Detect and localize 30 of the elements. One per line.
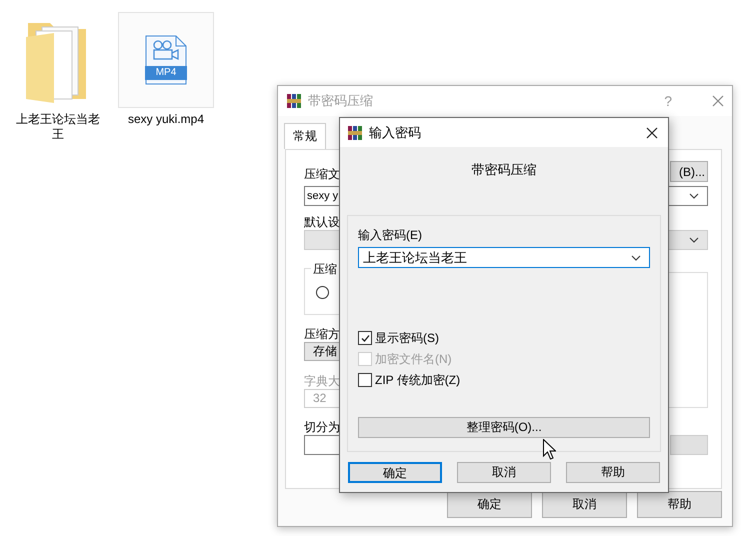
file-name: sexy yuki.mp4 (128, 112, 204, 127)
cursor-icon (543, 439, 556, 460)
dialog-button[interactable]: 帮助 (566, 462, 660, 483)
dialog-button[interactable]: 取消 (542, 491, 627, 518)
dialog-button[interactable]: 取消 (457, 462, 551, 483)
field-label: 字典大 (304, 373, 340, 389)
app-icon (286, 93, 302, 109)
field-label: 压缩方 (304, 326, 340, 342)
field-label: 压缩文 (304, 166, 340, 182)
field-label: 切分为 (304, 419, 340, 435)
dialog-button[interactable]: 确定 (447, 491, 532, 518)
dialog-button[interactable]: 帮助 (637, 491, 722, 518)
file-type-label: MP4 (145, 66, 187, 80)
field-label: 默认设 (304, 214, 340, 230)
dialog-title: 输入密码 (369, 124, 422, 142)
close-icon[interactable] (646, 126, 658, 138)
dialog-heading: 带密码压缩 (470, 161, 538, 177)
window-title: 带密码压缩 (308, 92, 374, 110)
radio-button[interactable] (316, 286, 329, 299)
browse-button[interactable]: (B)... (670, 161, 708, 182)
password-combo[interactable]: 上老王论坛当老王 (358, 247, 650, 268)
checkmark-icon (360, 332, 370, 344)
manage-passwords-button[interactable]: 整理密码(O)... (358, 417, 650, 438)
tab[interactable]: 常规 (284, 123, 326, 149)
app-icon (347, 124, 363, 140)
field-label: 输入密码(E) (358, 227, 422, 244)
file-name: 上老王论坛当老王 (15, 112, 101, 142)
dialog-button[interactable]: 确定 (348, 462, 442, 483)
checkbox[interactable]: ZIP 传统加密(Z) (358, 370, 460, 390)
checkbox[interactable]: 显示密码(S) (358, 328, 439, 348)
